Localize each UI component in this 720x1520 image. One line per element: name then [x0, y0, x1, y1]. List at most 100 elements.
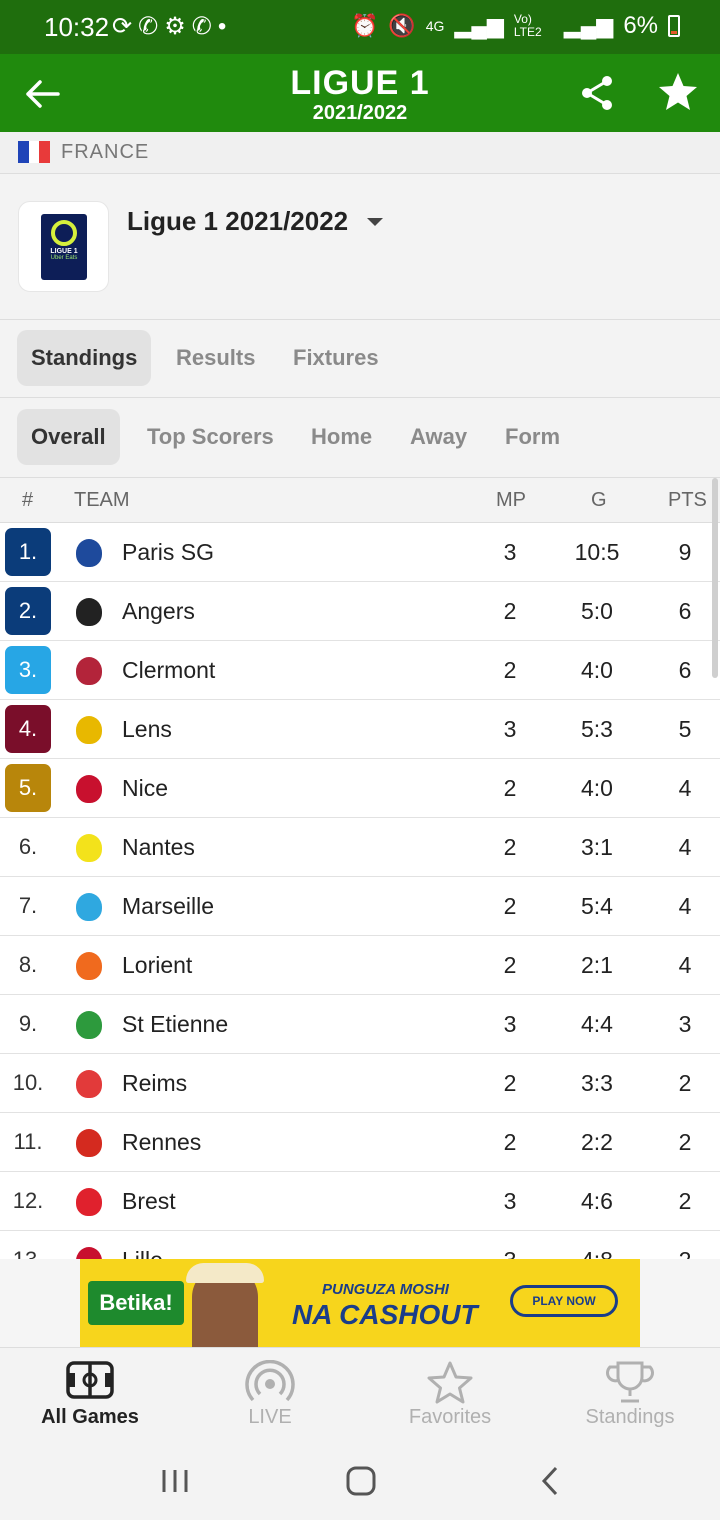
subtab-away[interactable]: Away	[396, 409, 481, 465]
ad-banner[interactable]: Betika! PUNGUZA MOSHI NA CASHOUT PLAY NO…	[80, 1259, 640, 1347]
whatsapp-icon: ✆	[138, 13, 165, 40]
cell-g: 4:0	[581, 657, 613, 683]
nav-live[interactable]: LIVE	[180, 1348, 360, 1438]
dot-icon: •	[217, 13, 233, 40]
share-icon[interactable]	[578, 74, 616, 112]
rank-badge: 8.	[18, 952, 38, 977]
notification-icons: ⟳✆⚙✆•	[112, 12, 232, 41]
table-row[interactable]: 4. Lens 3 5:3 5	[0, 700, 720, 759]
main-tabs: Standings Results Fixtures	[0, 320, 720, 398]
app-bar: LIGUE 1 2021/2022	[0, 54, 720, 132]
table-row[interactable]: 1. Paris SG 3 10:5 9	[0, 523, 720, 582]
cell-pts: 2	[678, 1070, 692, 1096]
bottom-nav: All Games LIVE Favorites Standings	[0, 1347, 720, 1437]
subtab-home[interactable]: Home	[297, 409, 386, 465]
home-icon[interactable]	[345, 1465, 377, 1497]
team-name: Reims	[122, 1070, 188, 1096]
cell-g: 3:3	[581, 1070, 613, 1096]
cell-mp: 2	[503, 657, 517, 683]
cell-g: 2:1	[581, 952, 613, 978]
table-row[interactable]: 6. Nantes 2 3:1 4	[0, 818, 720, 877]
favorite-star-icon[interactable]	[656, 70, 700, 114]
whatsapp-icon: ✆	[191, 13, 218, 40]
cell-pts: 9	[678, 539, 692, 565]
ad-line-1: PUNGUZA MOSHI	[322, 1281, 449, 1298]
status-time: 10:32	[44, 12, 110, 42]
ad-play-now-button[interactable]: PLAY NOW	[510, 1285, 618, 1317]
subtab-form[interactable]: Form	[491, 409, 574, 465]
team-crest-icon	[76, 834, 102, 862]
header-g: G	[591, 489, 607, 511]
standings-table: 1. Paris SG 3 10:5 9 2. Angers 2 5:0 6 3. Clermont 2…	[0, 523, 720, 1259]
recents-icon[interactable]	[160, 1467, 190, 1495]
trophy-icon	[606, 1361, 654, 1403]
team-name: Lorient	[122, 952, 193, 978]
header-mp: MP	[496, 489, 526, 511]
logo-text-2: Uber Eats	[50, 255, 78, 261]
carrier-label: Vo) LTE2	[513, 12, 542, 39]
dropdown-caret-icon[interactable]	[367, 218, 383, 226]
subtab-top-scorers[interactable]: Top Scorers	[133, 409, 288, 465]
rank-badge: 4.	[5, 705, 51, 753]
table-row[interactable]: 3. Clermont 2 4:0 6	[0, 641, 720, 700]
scrollbar[interactable]	[712, 478, 718, 678]
cell-mp: 3	[503, 539, 517, 565]
ad-line-2: NA CASHOUT	[292, 1299, 478, 1330]
tab-results[interactable]: Results	[162, 330, 269, 386]
subtab-overall[interactable]: Overall	[17, 409, 120, 465]
logo-text-1: LIGUE 1	[50, 248, 78, 255]
tab-standings[interactable]: Standings	[17, 330, 152, 386]
cell-pts: 4	[678, 775, 692, 801]
nav-label: Standings	[585, 1406, 675, 1428]
team-name: Marseille	[122, 893, 215, 919]
table-row[interactable]: 10. Reims 2 3:3 2	[0, 1054, 720, 1113]
back-icon[interactable]	[538, 1465, 562, 1497]
rank-badge: 6.	[18, 834, 38, 859]
cell-g: 2:2	[581, 1129, 613, 1155]
team-name: Angers	[122, 598, 195, 624]
team-name: Nice	[122, 775, 169, 801]
tab-fixtures[interactable]: Fixtures	[279, 330, 393, 386]
nav-label: All Games	[41, 1406, 139, 1428]
battery-percent: 6%	[623, 12, 658, 39]
rank-badge: 7.	[18, 893, 38, 918]
cell-mp: 3	[503, 1188, 517, 1214]
cell-mp: 2	[503, 952, 517, 978]
cell-pts: 2	[678, 1188, 692, 1214]
team-name: Lens	[122, 716, 172, 742]
table-row[interactable]: 2. Angers 2 5:0 6	[0, 582, 720, 641]
rank-badge: 1.	[5, 528, 51, 576]
cell-mp: 3	[470, 1247, 550, 1259]
nav-favorites[interactable]: Favorites	[360, 1348, 540, 1438]
table-row[interactable]: 8. Lorient 2 2:1 4	[0, 936, 720, 995]
field-icon	[66, 1361, 114, 1399]
rank-badge: 12.	[12, 1188, 44, 1213]
team-name: St Etienne	[122, 1011, 229, 1037]
cell-pts: 4	[678, 893, 692, 919]
team-name: Brest	[122, 1188, 176, 1214]
cell-mp: 2	[503, 775, 517, 801]
status-bar: 10:32 ⟳✆⚙✆• ⏰ 🔇 4G ▂▄▆ Vo) LTE2 ▂▄▆ 6%	[0, 0, 720, 54]
cell-pts: 5	[678, 716, 692, 742]
team-crest-icon	[76, 1070, 102, 1098]
ad-hat-image	[186, 1263, 264, 1283]
cell-g: 5:3	[581, 716, 613, 742]
table-row[interactable]: 11. Rennes 2 2:2 2	[0, 1113, 720, 1172]
nav-standings[interactable]: Standings	[540, 1348, 720, 1438]
team-crest-icon	[76, 657, 102, 685]
club-icon: ⚙	[164, 13, 192, 40]
nav-all-games[interactable]: All Games	[0, 1348, 180, 1438]
table-row[interactable]: 13. Lille 3 4:8 2	[0, 1231, 720, 1259]
table-row[interactable]: 9. St Etienne 3 4:4 3	[0, 995, 720, 1054]
table-row[interactable]: 5. Nice 2 4:0 4	[0, 759, 720, 818]
cell-g: 4:8	[557, 1247, 637, 1259]
cell-g: 10:5	[574, 539, 620, 565]
league-season-selector[interactable]: Ligue 1 2021/2022	[127, 206, 348, 237]
table-row[interactable]: 12. Brest 3 4:6 2	[0, 1172, 720, 1231]
table-row[interactable]: 7. Marseille 2 5:4 4	[0, 877, 720, 936]
mute-icon: 🔇	[388, 13, 416, 38]
team-crest-icon	[76, 1129, 102, 1157]
cell-mp: 2	[503, 893, 517, 919]
team-name: Nantes	[122, 834, 195, 860]
france-flag-icon	[18, 141, 51, 163]
